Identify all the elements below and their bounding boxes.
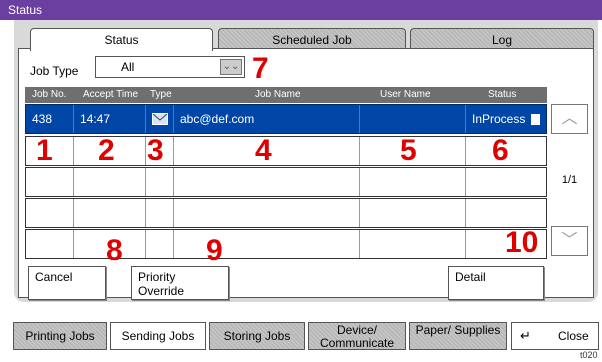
tab-log[interactable]: Log: [410, 28, 594, 50]
tab-scheduled-job-label: Scheduled Job: [272, 33, 352, 47]
callout-4: 4: [255, 134, 272, 167]
empty-cell: [26, 199, 74, 227]
empty-cell: [26, 230, 74, 258]
tab-sending-jobs[interactable]: Sending Jobs: [110, 322, 206, 350]
empty-cell: [146, 168, 174, 196]
empty-cell: [360, 199, 466, 227]
table-header: Job No. Accept Time Type Job Name User N…: [25, 87, 547, 103]
empty-cell: [360, 230, 466, 258]
detail-button[interactable]: Detail: [448, 266, 544, 300]
mail-icon: [152, 113, 168, 125]
col-job-name: Job Name: [255, 89, 301, 100]
status-checkbox[interactable]: [530, 114, 540, 126]
tab-log-label: Log: [491, 33, 513, 47]
table-row[interactable]: 438 14:47 abc@def.com InProcess: [25, 104, 547, 134]
cell-user-name: [360, 105, 466, 133]
job-type-label: Job Type: [30, 64, 79, 78]
job-type-value: All: [121, 60, 135, 74]
tab-device-communicate[interactable]: Device/ Communicate: [308, 322, 406, 350]
cell-accept-time: 14:47: [74, 105, 146, 133]
table-row-empty[interactable]: [25, 198, 547, 228]
cell-job-name: abc@def.com: [174, 105, 360, 133]
col-user-name: User Name: [380, 89, 431, 100]
empty-cell: [74, 199, 146, 227]
chevron-up-icon: ︿: [561, 110, 578, 127]
callout-8: 8: [106, 234, 123, 267]
chevron-down-icon: ⌄⌄: [220, 59, 242, 75]
page-indicator: 1/1: [561, 174, 578, 186]
tab-status-label: Status: [104, 33, 139, 47]
cancel-button[interactable]: Cancel: [28, 266, 106, 300]
cell-status: InProcess: [466, 105, 548, 133]
job-type-select[interactable]: All ⌄⌄: [95, 56, 245, 78]
callout-5: 5: [400, 134, 417, 167]
tab-storing-jobs[interactable]: Storing Jobs: [209, 322, 305, 350]
tab-status[interactable]: Status: [30, 28, 213, 51]
close-button[interactable]: ↵ Close: [511, 322, 599, 350]
priority-override-button[interactable]: Priority Override: [131, 266, 229, 300]
empty-cell: [26, 168, 74, 196]
callout-6: 6: [492, 134, 509, 167]
return-arrow-icon: ↵: [520, 328, 531, 343]
empty-cell: [174, 230, 360, 258]
empty-cell: [74, 168, 146, 196]
scroll-up-button[interactable]: ︿: [551, 104, 588, 134]
empty-cell: [174, 168, 360, 196]
col-accept-time: Accept Time: [83, 89, 139, 100]
figure-code: t020: [580, 350, 598, 360]
empty-cell: [146, 199, 174, 227]
status-value: InProcess: [472, 112, 526, 126]
callout-3: 3: [147, 134, 164, 167]
empty-cell: [174, 199, 360, 227]
scrollbar: ︿ 1/1 ﹀: [551, 104, 588, 256]
close-button-label: Close: [558, 329, 589, 343]
scroll-down-button[interactable]: ﹀: [551, 226, 588, 256]
col-status: Status: [488, 89, 517, 100]
tab-paper-supplies[interactable]: Paper/ Supplies: [409, 322, 507, 350]
callout-10: 10: [505, 226, 539, 259]
table-row-empty[interactable]: [25, 229, 547, 259]
tab-printing-jobs[interactable]: Printing Jobs: [13, 322, 107, 350]
table-row-empty[interactable]: [25, 167, 547, 197]
job-table: Job No. Accept Time Type Job Name User N…: [25, 87, 547, 259]
window-title: Status: [8, 3, 43, 17]
col-job-no: Job No.: [32, 89, 67, 100]
chevron-down-icon: ﹀: [561, 232, 578, 249]
callout-7: 7: [252, 52, 269, 85]
empty-cell: [146, 230, 174, 258]
col-type: Type: [150, 89, 172, 100]
callout-1: 1: [36, 134, 53, 167]
empty-cell: [360, 168, 466, 196]
callout-9: 9: [206, 234, 223, 267]
tab-scheduled-job[interactable]: Scheduled Job: [218, 28, 406, 50]
cell-job-no: 438: [26, 105, 74, 133]
window-title-bar: Status: [0, 0, 602, 20]
cell-type: [146, 105, 174, 133]
callout-2: 2: [98, 134, 115, 167]
